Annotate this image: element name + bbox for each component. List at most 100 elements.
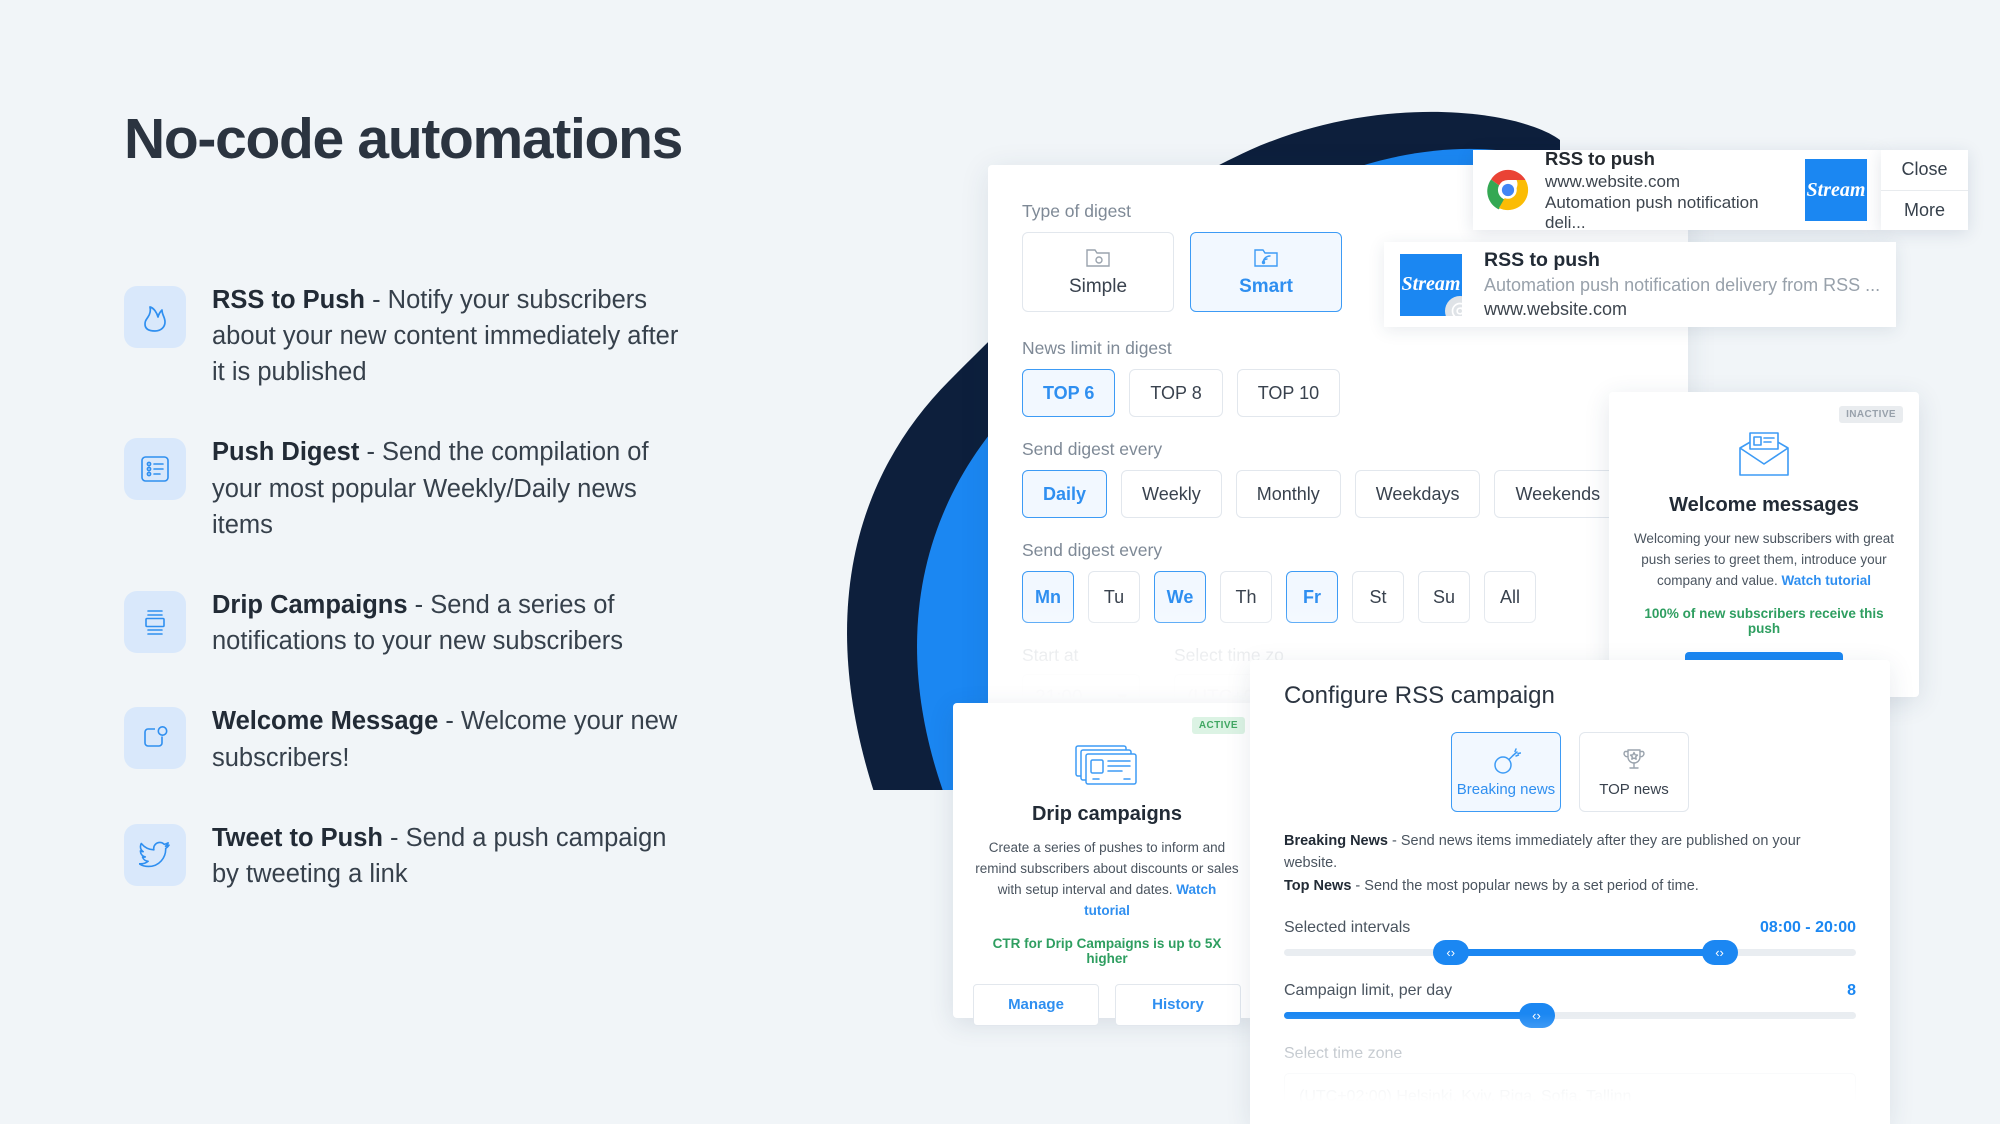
drip-icon: [124, 591, 186, 654]
news-limit-label: News limit in digest: [1022, 338, 1172, 358]
watch-tutorial-link[interactable]: Watch tutorial: [1782, 573, 1872, 588]
feature-text: Welcome Message - Welcome your new subsc…: [212, 703, 692, 775]
day-mn[interactable]: Mn: [1022, 571, 1074, 623]
campaign-limit-header: Campaign limit, per day 8: [1284, 982, 1856, 1000]
push-notification-popup[interactable]: Stream RSS to push Automation push notif…: [1384, 242, 1896, 327]
day-tu[interactable]: Tu: [1088, 571, 1140, 623]
feature-item-welcome-message: Welcome Message - Welcome your new subsc…: [124, 703, 764, 775]
news-limit-top10[interactable]: TOP 10: [1236, 369, 1341, 417]
intervals-value: 08:00 - 20:00: [1759, 919, 1856, 937]
status-badge: INACTIVE: [1839, 406, 1903, 423]
folder-gear-icon: [1086, 249, 1110, 267]
folder-rss-icon: [1254, 249, 1278, 267]
rss-timezone-select[interactable]: (UTC+02:00) Helsinki, Kyiv, Riga, Sofia,…: [1284, 1073, 1856, 1122]
history-button[interactable]: History: [1115, 983, 1241, 1026]
intervals-slider[interactable]: ‹› ‹›: [1284, 940, 1856, 966]
frequency-weekdays[interactable]: Weekdays: [1354, 470, 1481, 518]
bell-card-icon: [124, 707, 186, 770]
feature-title: Drip Campaigns: [212, 591, 408, 620]
push-notification-url: www.website.com: [1484, 299, 1628, 319]
card-description: Create a series of pushes to inform and …: [973, 838, 1241, 922]
days-group: Mn Tu We Th Fr St Su All: [1022, 571, 1688, 623]
cards-stack-icon: [1075, 745, 1137, 785]
feature-text: RSS to Push - Notify your subscribers ab…: [212, 282, 692, 391]
push-notification-body: RSS to push Automation push notification…: [1484, 249, 1880, 320]
card-title: Welcome messages: [1669, 494, 1859, 516]
fire-icon: [124, 285, 186, 348]
manage-button[interactable]: Manage: [973, 983, 1099, 1026]
frequency-label: Send digest every: [1022, 439, 1163, 459]
frequency-group: Daily Weekly Monthly Weekdays Weekends: [1022, 470, 1688, 518]
chrome-badge-icon: [1445, 295, 1462, 316]
notification-thumbnail: Stream: [1805, 159, 1867, 221]
chrome-notification-popup[interactable]: RSS to push www.website.com Automation p…: [1473, 147, 1881, 232]
close-button[interactable]: Close: [1881, 150, 1968, 190]
day-all[interactable]: All: [1484, 571, 1536, 623]
push-notification-description: Automation push notification delivery fr…: [1484, 275, 1881, 295]
slider-fill: [1284, 1012, 1536, 1020]
top-news-label: Top News: [1284, 877, 1352, 894]
chrome-notification-actions: Close More: [1881, 150, 1968, 230]
campaign-limit-slider[interactable]: ‹›: [1284, 1003, 1856, 1029]
feature-title: Welcome Message: [212, 707, 439, 736]
slider-handle[interactable]: ‹›: [1518, 1003, 1555, 1029]
bomb-icon: [1494, 747, 1521, 774]
news-type-description: Breaking News - Send news items immediat…: [1284, 830, 1856, 897]
card-description: Welcoming your new subscribers with grea…: [1631, 529, 1897, 592]
rss-timezone-label: Select time zone: [1284, 1045, 1403, 1063]
intervals-label: Selected intervals: [1284, 919, 1411, 937]
feature-text: Tweet to Push - Send a push campaign by …: [212, 820, 692, 892]
day-st[interactable]: St: [1352, 571, 1404, 623]
more-button[interactable]: More: [1881, 189, 1968, 231]
card-stat: 100% of new subscribers receive this pus…: [1644, 605, 1884, 636]
digest-type-label: Simple: [1068, 276, 1128, 297]
frequency-daily[interactable]: Daily: [1022, 470, 1108, 518]
digest-type-smart[interactable]: Smart: [1190, 232, 1342, 312]
feature-text: Drip Campaigns - Send a series of notifi…: [212, 587, 692, 659]
day-th[interactable]: Th: [1220, 571, 1272, 623]
slider-handle-right[interactable]: ‹›: [1701, 940, 1738, 966]
intervals-header: Selected intervals 08:00 - 20:00: [1284, 919, 1856, 937]
frequency-weekly[interactable]: Weekly: [1121, 470, 1222, 518]
feature-item-rss-to-push: RSS to Push - Notify your subscribers ab…: [124, 282, 764, 391]
frequency-monthly[interactable]: Monthly: [1235, 470, 1341, 518]
frequency-weekends[interactable]: Weekends: [1494, 470, 1622, 518]
campaign-limit-value: 8: [1847, 982, 1856, 1000]
status-badge: ACTIVE: [1191, 717, 1245, 734]
feature-item-drip-campaigns: Drip Campaigns - Send a series of notifi…: [124, 587, 764, 659]
news-limit-top6[interactable]: TOP 6: [1022, 369, 1116, 417]
digest-type-label: Smart: [1239, 276, 1293, 297]
news-type-group: Breaking news TOP news: [1284, 732, 1856, 812]
push-notification-title: RSS to push: [1484, 249, 1600, 271]
envelope-message-icon: [1739, 432, 1789, 476]
left-column: No-code automations RSS to Push - Notify…: [124, 109, 764, 892]
page-root: No-code automations RSS to Push - Notify…: [0, 0, 2000, 1124]
feature-item-tweet-to-push: Tweet to Push - Send a push campaign by …: [124, 820, 764, 892]
chrome-logo-icon: [1487, 169, 1529, 211]
drip-campaigns-card: ACTIVE Drip campaigns Create a series of…: [953, 703, 1261, 1026]
chrome-notification-title: RSS to push: [1545, 147, 1655, 169]
feature-title: Push Digest: [212, 438, 360, 467]
day-fr[interactable]: Fr: [1286, 571, 1338, 623]
day-we[interactable]: We: [1154, 571, 1206, 623]
digest-type-simple[interactable]: Simple: [1022, 232, 1174, 312]
chrome-notification-url: www.website.com: [1545, 171, 1681, 191]
news-limit-group: TOP 6 TOP 8 TOP 10: [1022, 369, 1688, 417]
list-icon: [124, 438, 186, 501]
feature-text: Push Digest - Send the compilation of yo…: [212, 434, 692, 543]
breaking-news-label: Breaking News: [1284, 833, 1388, 849]
news-limit-top8[interactable]: TOP 8: [1129, 369, 1223, 417]
card-title: Drip campaigns: [1031, 803, 1183, 825]
news-type-top-news[interactable]: TOP news: [1579, 732, 1689, 812]
slider-handle-left[interactable]: ‹›: [1432, 940, 1469, 966]
day-su[interactable]: Su: [1418, 571, 1470, 623]
trophy-icon: [1623, 748, 1645, 769]
feature-title: Tweet to Push: [212, 823, 383, 852]
rss-timezone-value: (UTC+02:00) Helsinki, Kyiv, Riga, Sofia,…: [1299, 1088, 1632, 1106]
notification-thumbnail: Stream: [1400, 253, 1462, 316]
drip-card-actions: Manage History: [973, 983, 1241, 1026]
slider-fill: [1449, 949, 1719, 957]
news-type-label: Breaking news: [1456, 780, 1556, 798]
news-type-breaking-news[interactable]: Breaking news: [1451, 732, 1561, 812]
panel-title: Configure RSS campaign: [1284, 682, 1555, 709]
